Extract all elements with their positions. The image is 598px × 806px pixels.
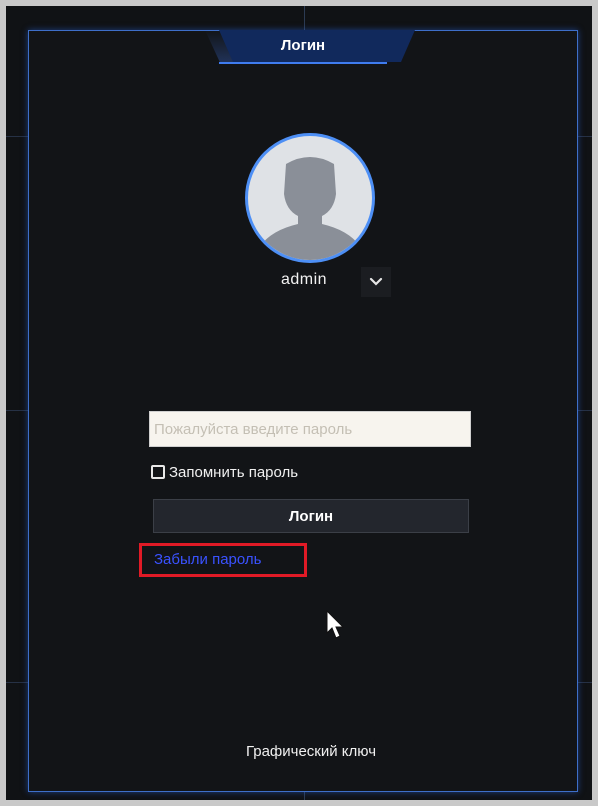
mouse-pointer-icon bbox=[326, 609, 345, 639]
remember-password-label: Запомнить пароль bbox=[169, 463, 299, 481]
forgot-password-link[interactable]: Забыли пароль bbox=[154, 551, 261, 568]
user-select[interactable]: admin bbox=[269, 267, 401, 297]
login-dialog: Логин admin Запомнить пароль Логин Забыл… bbox=[28, 30, 578, 792]
checkbox-box[interactable] bbox=[151, 465, 165, 479]
password-input[interactable] bbox=[149, 411, 471, 447]
username-label: admin bbox=[281, 271, 328, 288]
user-silhouette-icon bbox=[260, 157, 360, 260]
login-button[interactable]: Логин bbox=[153, 499, 469, 533]
forgot-password-highlight: Забыли пароль bbox=[139, 543, 307, 577]
screen: Логин admin Запомнить пароль Логин Забыл… bbox=[6, 6, 592, 800]
pattern-key-link[interactable]: Графический ключ bbox=[199, 743, 423, 760]
user-avatar bbox=[245, 133, 375, 263]
chevron-down-icon bbox=[369, 277, 383, 286]
remember-password-checkbox[interactable]: Запомнить пароль bbox=[151, 462, 298, 482]
dialog-title: Логин bbox=[280, 37, 326, 54]
title-underline bbox=[219, 62, 387, 64]
user-dropdown-button[interactable] bbox=[361, 267, 391, 297]
